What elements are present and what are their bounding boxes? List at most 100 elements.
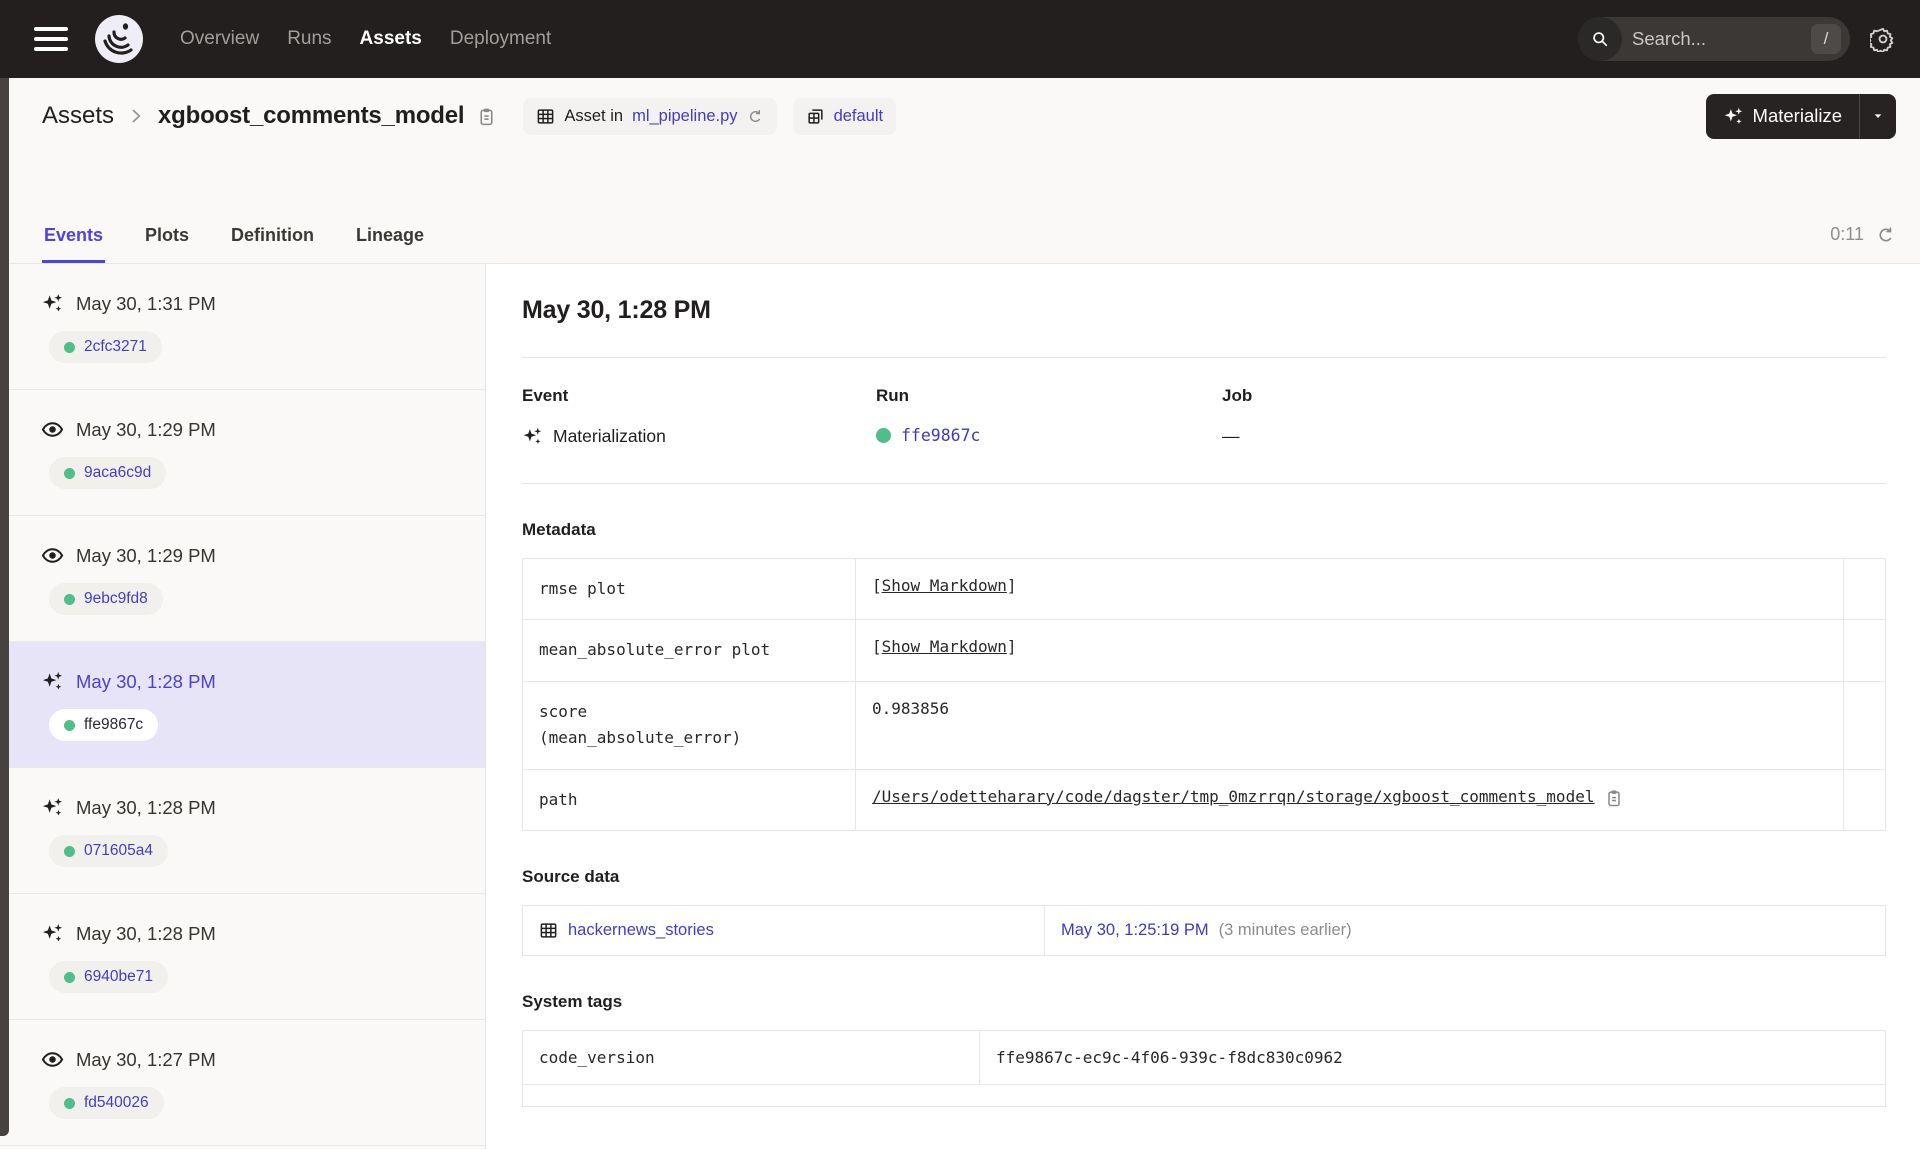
event-list-item[interactable]: May 30, 1:28 PM 071605a4 [0, 768, 485, 894]
search-input[interactable] [1632, 28, 1782, 50]
materialize-button[interactable]: Materialize [1706, 94, 1859, 139]
show-markdown-link[interactable]: [Show Markdown] [872, 637, 1017, 656]
materialize-dropdown-caret[interactable] [1860, 94, 1896, 139]
nav-item-deployment[interactable]: Deployment [450, 28, 551, 50]
metadata-heading: Metadata [522, 520, 596, 539]
metadata-row: score (mean_absolute_error) 0.983856 [523, 680, 1885, 769]
tab-lineage[interactable]: Lineage [354, 215, 426, 263]
job-column-label: Job [1222, 386, 1253, 405]
nav-item-runs[interactable]: Runs [287, 28, 331, 50]
source-data-table: hackernews_stories May 30, 1:25:19 PM (3… [522, 904, 1886, 956]
slash-shortcut-badge: / [1811, 24, 1841, 54]
run-status-dot [64, 341, 75, 353]
metadata-key: mean_absolute_error plot [523, 620, 856, 681]
metadata-row: mean_absolute_error plot [Show Markdown] [523, 619, 1885, 681]
refresh-icon[interactable] [1876, 225, 1896, 245]
relative-time-note: (3 minutes earlier) [1218, 920, 1352, 939]
tab-events[interactable]: Events [42, 215, 106, 263]
refresh-countdown: 0:11 [1830, 224, 1864, 244]
run-id-link[interactable]: 2cfc3271 [49, 331, 162, 363]
event-type-value: Materialization [553, 426, 666, 446]
run-id-link[interactable]: 6940be71 [49, 961, 168, 993]
reload-location-icon[interactable] [747, 108, 764, 125]
system-tag-key: code_version [523, 1030, 980, 1084]
gear-icon[interactable] [1870, 26, 1896, 52]
run-status-dot [64, 845, 75, 857]
pipeline-file-link[interactable]: ml_pipeline.py [632, 107, 737, 126]
event-list-item[interactable]: May 30, 1:31 PM 2cfc3271 [0, 264, 485, 390]
event-time: May 30, 1:29 PM [76, 544, 216, 566]
metadata-extra-cell [1844, 770, 1885, 830]
event-list-item[interactable]: May 30, 1:29 PM 9aca6c9d [0, 390, 485, 516]
materialization-icon [41, 922, 64, 945]
run-column-label: Run [876, 386, 910, 405]
metadata-table: rmse plot [Show Markdown] mean_absolute_… [522, 558, 1886, 831]
event-list-item[interactable]: May 30, 1:28 PM 6940be71 [0, 894, 485, 1020]
breadcrumb-assets-link[interactable]: Assets [42, 102, 114, 130]
event-list-sidebar: May 30, 1:31 PM 2cfc3271 May 30, 1:29 PM… [0, 264, 486, 1149]
asset-location-badge: Asset in ml_pipeline.py [523, 97, 777, 135]
tab-plots[interactable]: Plots [143, 215, 191, 263]
event-time: May 30, 1:28 PM [76, 922, 216, 944]
show-markdown-link[interactable]: [Show Markdown] [872, 576, 1017, 595]
event-time: May 30, 1:27 PM [76, 1048, 216, 1070]
storage-path-link[interactable]: /Users/odetteharary/code/dagster/tmp_0mz… [872, 787, 1594, 806]
table-grid-icon [536, 107, 555, 126]
event-column-label: Event [522, 386, 569, 405]
event-summary-grid: Event Materialization Run ffe9867c Job — [522, 386, 1886, 447]
copy-asset-name-icon[interactable] [476, 106, 497, 127]
default-repo-link[interactable]: default [834, 107, 884, 126]
system-tags-table: code_version ffe9867c-ec9c-4f06-939c-f8d… [522, 1029, 1886, 1107]
event-time: May 30, 1:31 PM [76, 292, 216, 314]
run-id-link[interactable]: 9ebc9fd8 [49, 583, 163, 615]
system-tag-row-clipped [523, 1083, 1885, 1106]
run-status-dot [64, 971, 75, 983]
system-tag-value: ffe9867c-ec9c-4f06-939c-f8dc830c0962 [996, 1047, 1343, 1067]
metadata-extra-cell [1844, 620, 1885, 680]
run-id-link[interactable]: 9aca6c9d [49, 457, 167, 489]
sparkle-icon [1724, 107, 1742, 124]
event-time: May 30, 1:28 PM [76, 670, 216, 692]
observation-eye-icon [41, 544, 64, 567]
copy-path-icon[interactable] [1604, 787, 1624, 808]
source-asset-link[interactable]: hackernews_stories [568, 921, 714, 940]
run-id-link[interactable]: ffe9867c [901, 426, 980, 445]
hamburger-menu-button[interactable] [34, 27, 68, 51]
event-detail-title: May 30, 1:28 PM [522, 296, 711, 324]
materialize-split-button: Materialize [1705, 93, 1896, 139]
run-status-dot [876, 428, 891, 443]
metadata-row: rmse plot [Show Markdown] [523, 559, 1885, 620]
run-id-link[interactable]: ffe9867c [49, 709, 159, 741]
run-status-dot [64, 719, 75, 731]
materialization-icon [41, 670, 64, 693]
nav-item-overview[interactable]: Overview [180, 28, 259, 50]
run-id-link[interactable]: fd540026 [49, 1087, 164, 1119]
source-timestamp-link[interactable]: May 30, 1:25:19 PM [1061, 921, 1209, 940]
event-list-item-selected[interactable]: May 30, 1:28 PM ffe9867c [0, 642, 485, 768]
asset-header-row: Assets xgboost_comments_model Asset in m… [0, 78, 1920, 154]
dagster-app: Overview Runs Assets Deployment / [0, 0, 1920, 1149]
nav-right: / [1578, 17, 1896, 61]
refresh-timer-wrap: 0:11 [1830, 224, 1896, 263]
run-status-dot [64, 593, 75, 605]
run-id-link[interactable]: 071605a4 [49, 835, 168, 867]
repo-badge: default [792, 97, 897, 135]
event-detail-panel: May 30, 1:28 PM Event Materialization Ru… [486, 264, 1920, 1149]
metadata-extra-cell [1844, 559, 1885, 619]
repo-icon [806, 107, 825, 126]
content-area: May 30, 1:31 PM 2cfc3271 May 30, 1:29 PM… [0, 264, 1920, 1149]
observation-eye-icon [41, 1048, 64, 1071]
event-list-item[interactable]: May 30, 1:27 PM fd540026 [0, 1020, 485, 1146]
asset-in-label: Asset in [564, 106, 624, 125]
score-value: 0.983856 [872, 698, 950, 718]
source-data-row: hackernews_stories May 30, 1:25:19 PM (3… [523, 905, 1885, 955]
metadata-key: rmse plot [523, 559, 856, 620]
nav-item-assets[interactable]: Assets [360, 28, 422, 50]
event-time: May 30, 1:29 PM [76, 418, 216, 440]
dagster-logo[interactable] [94, 14, 144, 64]
observation-eye-icon [41, 418, 64, 441]
tab-definition[interactable]: Definition [229, 215, 316, 263]
search-bar[interactable]: / [1578, 17, 1850, 61]
event-list-item[interactable]: May 30, 1:29 PM 9ebc9fd8 [0, 516, 485, 642]
materialization-icon [41, 796, 64, 819]
